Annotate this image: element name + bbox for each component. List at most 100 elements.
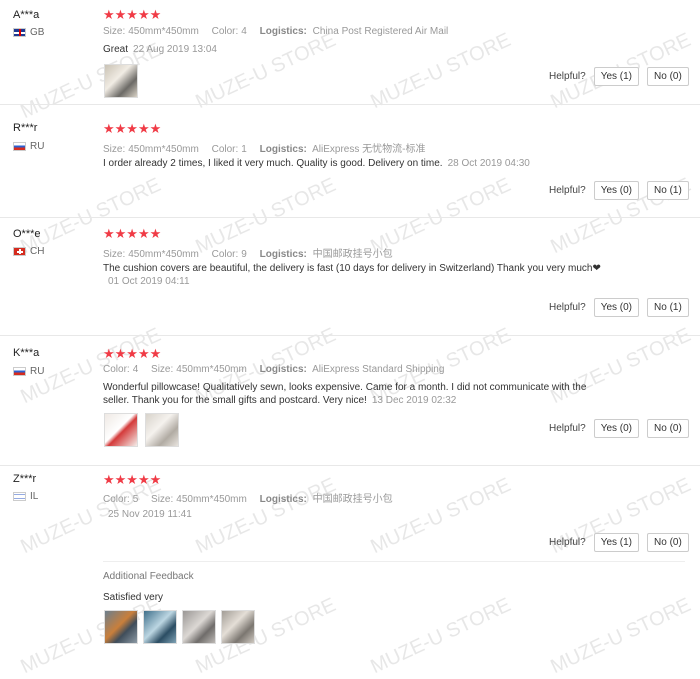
helpful-label: Helpful? bbox=[549, 537, 586, 548]
buyer-name: Z***r bbox=[13, 473, 37, 485]
helpful-controls: Helpful? Yes (1) No (0) bbox=[549, 67, 689, 86]
helpful-controls: Helpful? Yes (1) No (0) bbox=[549, 533, 689, 552]
star-rating: ★★★★★ bbox=[103, 226, 162, 241]
star-rating: ★★★★★ bbox=[103, 472, 162, 487]
helpful-controls: Helpful? Yes (0) No (1) bbox=[549, 181, 689, 200]
helpful-label: Helpful? bbox=[549, 302, 586, 313]
star-rating: ★★★★★ bbox=[103, 7, 162, 22]
country-code: CH bbox=[30, 246, 45, 257]
flag-gb-icon bbox=[13, 28, 26, 37]
additional-feedback-label: Additional Feedback bbox=[103, 571, 194, 582]
flag-il-icon bbox=[13, 492, 26, 501]
helpful-yes-button[interactable]: Yes (1) bbox=[593, 533, 640, 552]
star-rating: ★★★★★ bbox=[103, 346, 162, 361]
review-body: Great bbox=[103, 44, 129, 55]
review-date: 01 Oct 2019 04:11 bbox=[108, 276, 190, 287]
review-text: 25 Nov 2019 11:41 bbox=[103, 508, 613, 521]
review-attributes: Color: 4 Size: 450mm*450mm Logistics: AliE… bbox=[103, 364, 454, 375]
review-item: Z***r IL ★★★★★ Color: 5 Size: 450mm*450mm … bbox=[0, 465, 700, 665]
color-value: 1 bbox=[241, 144, 247, 155]
buyer-country: GB bbox=[13, 27, 44, 38]
color-value: 5 bbox=[132, 494, 139, 505]
review-photo[interactable] bbox=[221, 610, 255, 644]
star-rating: ★★★★★ bbox=[103, 121, 162, 136]
review-photo[interactable] bbox=[145, 413, 179, 447]
helpful-yes-button[interactable]: Yes (0) bbox=[593, 181, 640, 200]
size-label: Size: bbox=[151, 494, 174, 505]
flag-ru-icon bbox=[13, 142, 26, 151]
helpful-no-button[interactable]: No (1) bbox=[647, 298, 689, 317]
country-code: RU bbox=[30, 141, 45, 152]
review-body: I order already 2 times, I liked it very… bbox=[103, 158, 443, 169]
review-item: O***e CH ★★★★★ Size: 450mm*450mm Color: 9 … bbox=[0, 217, 700, 336]
helpful-label: Helpful? bbox=[549, 185, 586, 196]
review-photo[interactable] bbox=[143, 610, 177, 644]
review-date: 13 Dec 2019 02:32 bbox=[371, 395, 457, 406]
review-item: K***a RU ★★★★★ Color: 4 Size: 450mm*450mm … bbox=[0, 335, 700, 466]
review-attributes: Size: 450mm*450mm Color: 1 Logistics: AliE… bbox=[103, 140, 435, 155]
size-label: Size: bbox=[103, 144, 126, 155]
logistics-label: Logistics: bbox=[259, 494, 307, 505]
size-value: 450mm*450mm bbox=[128, 249, 199, 260]
divider bbox=[103, 561, 685, 562]
review-text: Wonderful pillowcase! Qualitatively sewn… bbox=[103, 381, 613, 407]
helpful-controls: Helpful? Yes (0) No (0) bbox=[549, 419, 689, 438]
buyer-country: RU bbox=[13, 366, 44, 377]
logistics-label: Logistics: bbox=[259, 364, 307, 375]
review-text: I order already 2 times, I liked it very… bbox=[103, 157, 663, 170]
review-photo[interactable] bbox=[104, 64, 138, 98]
additional-feedback-text: Satisfied very bbox=[103, 592, 164, 603]
color-value: 9 bbox=[241, 249, 247, 260]
helpful-label: Helpful? bbox=[549, 71, 586, 82]
review-photo[interactable] bbox=[104, 413, 138, 447]
size-value: 450mm*450mm bbox=[176, 494, 247, 505]
buyer-name: A***a bbox=[13, 9, 40, 21]
review-attributes: Size: 450mm*450mm Color: 9 Logistics: 中国邮政… bbox=[103, 245, 403, 260]
logistics-value: AliExpress Standard Shipping bbox=[312, 364, 445, 375]
review-photo[interactable] bbox=[104, 610, 138, 644]
buyer-name: O***e bbox=[13, 228, 41, 240]
helpful-label: Helpful? bbox=[549, 423, 586, 434]
logistics-value: 中国邮政挂号小包 bbox=[312, 494, 393, 505]
color-label: Color: bbox=[211, 144, 239, 155]
helpful-no-button[interactable]: No (0) bbox=[647, 67, 689, 86]
flag-ch-icon bbox=[13, 247, 26, 256]
buyer-country: IL bbox=[13, 491, 38, 502]
flag-ru-icon bbox=[13, 367, 26, 376]
buyer-name: K***a bbox=[13, 347, 40, 359]
helpful-yes-button[interactable]: Yes (1) bbox=[593, 67, 640, 86]
review-date: 22 Aug 2019 13:04 bbox=[133, 44, 217, 55]
review-attributes: Size: 450mm*450mm Color: 4 Logistics: Chin… bbox=[103, 26, 458, 37]
logistics-label: Logistics: bbox=[259, 249, 307, 260]
helpful-yes-button[interactable]: Yes (0) bbox=[593, 419, 640, 438]
size-value: 450mm*450mm bbox=[176, 364, 247, 375]
logistics-label: Logistics: bbox=[259, 26, 307, 37]
size-label: Size: bbox=[103, 26, 126, 37]
helpful-yes-button[interactable]: Yes (0) bbox=[593, 298, 640, 317]
color-value: 4 bbox=[132, 364, 139, 375]
helpful-controls: Helpful? Yes (0) No (1) bbox=[549, 298, 689, 317]
review-attributes: Color: 5 Size: 450mm*450mm Logistics: 中国邮政… bbox=[103, 490, 403, 505]
color-label: Color: bbox=[211, 26, 239, 37]
buyer-country: RU bbox=[13, 141, 44, 152]
size-label: Size: bbox=[103, 249, 126, 260]
helpful-no-button[interactable]: No (0) bbox=[647, 533, 689, 552]
review-body: Wonderful pillowcase! Qualitatively sewn… bbox=[103, 382, 587, 406]
country-code: RU bbox=[30, 366, 45, 377]
color-value: 4 bbox=[241, 26, 247, 37]
review-body: The cushion covers are beautiful, the de… bbox=[103, 263, 601, 274]
review-date: 25 Nov 2019 11:41 bbox=[108, 509, 192, 520]
helpful-no-button[interactable]: No (0) bbox=[647, 419, 689, 438]
review-photo[interactable] bbox=[182, 610, 216, 644]
color-label: Color: bbox=[103, 494, 130, 505]
size-label: Size: bbox=[151, 364, 174, 375]
review-text: The cushion covers are beautiful, the de… bbox=[103, 262, 603, 288]
logistics-value: AliExpress 无忧物流-标准 bbox=[312, 144, 426, 155]
color-label: Color: bbox=[103, 364, 130, 375]
review-text: Great 22 Aug 2019 13:04 bbox=[103, 43, 613, 56]
helpful-no-button[interactable]: No (1) bbox=[647, 181, 689, 200]
logistics-value: China Post Registered Air Mail bbox=[312, 26, 449, 37]
color-label: Color: bbox=[211, 249, 239, 260]
logistics-label: Logistics: bbox=[259, 144, 307, 155]
size-value: 450mm*450mm bbox=[128, 26, 199, 37]
